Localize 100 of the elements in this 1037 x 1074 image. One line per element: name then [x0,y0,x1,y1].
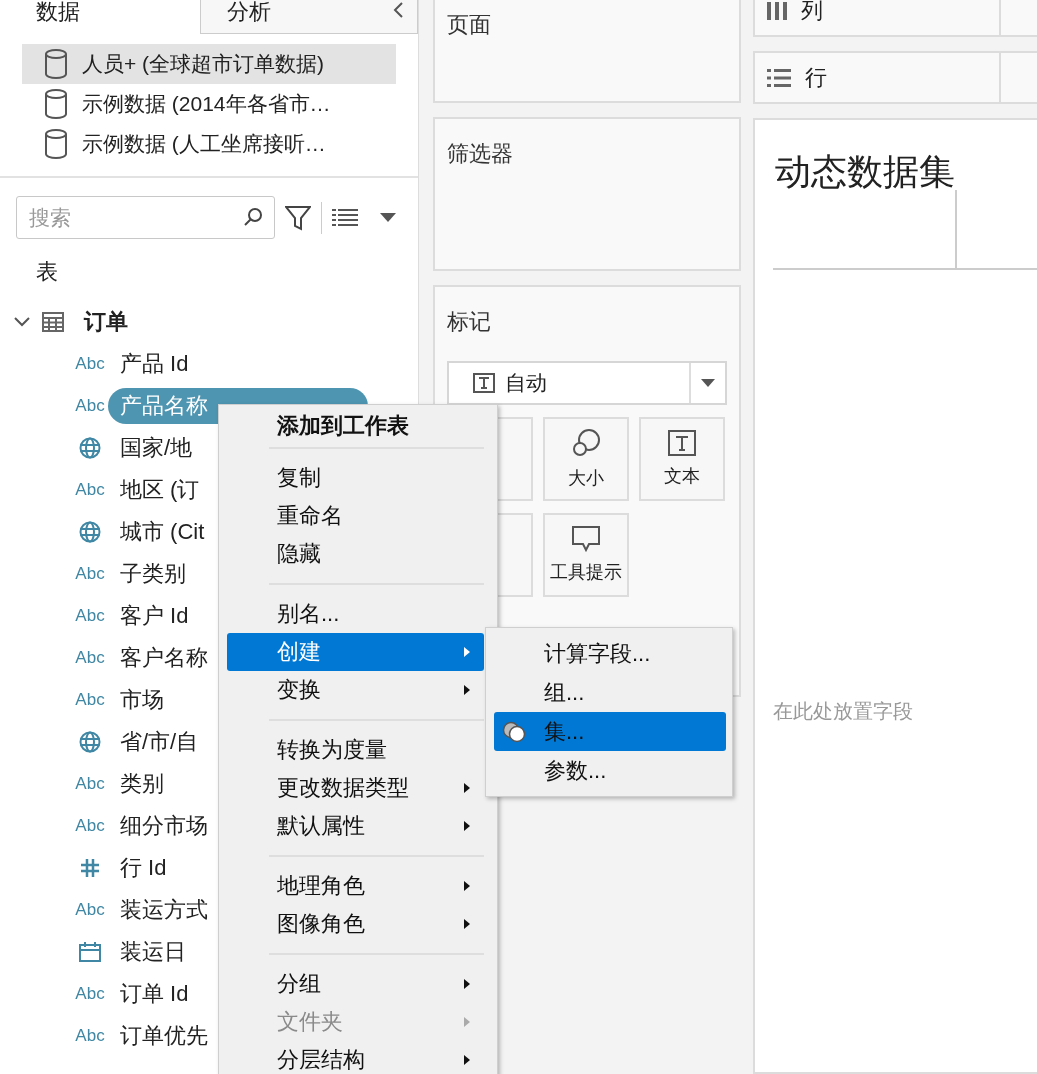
field-item[interactable]: 产品 Id [120,346,189,382]
menu-item[interactable]: 更改数据类型 [227,769,484,807]
menu-item[interactable]: 组... [494,673,726,712]
menu-item[interactable]: 参数... [494,751,726,790]
string-type-label: Abc [75,606,105,626]
menu-item[interactable]: 分组 [227,965,484,1003]
shelf-title: 页面 [447,11,492,39]
field-item[interactable]: 订单优先 [120,1018,208,1054]
data-source-item[interactable]: 示例数据 (人工坐席接听… [22,124,396,164]
submenu-arrow-icon [464,1017,470,1027]
string-type-label: Abc [75,690,105,710]
text-icon [668,430,696,456]
menu-item[interactable]: 默认属性 [227,807,484,845]
submenu-arrow-icon [464,919,470,929]
string-type-label: Abc [75,816,105,836]
string-type-label: Abc [75,984,105,1004]
venn-icon [502,720,526,743]
submenu-arrow-icon [464,783,470,793]
globe-icon [79,521,101,543]
menu-item[interactable]: 别名... [227,595,484,633]
string-type-label: Abc [75,1026,105,1046]
menu-item[interactable]: 图像角色 [227,905,484,943]
view-title: 动态数据集 [774,150,956,190]
menu-item[interactable]: 集... [494,712,726,751]
field-item[interactable]: 客户 Id [120,598,189,634]
field-item[interactable]: 细分市场 [120,808,208,844]
mark-card-button[interactable]: 文本 [639,417,725,501]
database-icon [44,129,68,159]
columns-icon [767,1,787,20]
columns-shelf[interactable]: 列 [753,0,1037,37]
submenu-arrow-icon [464,647,470,657]
field-item[interactable]: 省/市/自 [120,724,199,760]
drop-hint: 在此处放置字段 [773,699,913,724]
field-item[interactable]: 订单 Id [120,976,189,1012]
search-icon[interactable] [243,207,263,227]
field-item[interactable]: 城市 (Cit [120,514,205,550]
dropdown-caret-icon[interactable] [380,212,396,223]
menu-item[interactable]: 分层结构 [227,1041,484,1074]
menu-item[interactable]: 重命名 [227,497,484,535]
list-view-icon[interactable] [332,207,358,228]
string-type-label: Abc [75,774,105,794]
rows-icon [767,67,791,88]
rows-shelf[interactable]: 行 [753,51,1037,104]
table-icon [42,312,64,332]
string-type-label: Abc [75,564,105,584]
panel-tab[interactable]: 分析 [200,0,418,34]
submenu-arrow-icon [464,881,470,891]
field-item[interactable]: 装运方式 [120,892,208,928]
menu-item[interactable]: 隐藏 [227,535,484,573]
menu-item[interactable]: 创建 [227,633,484,671]
submenu-arrow-icon [464,1055,470,1065]
data-source-name: 示例数据 (2014年各省市… [82,91,331,117]
field-item[interactable]: 类别 [120,766,164,802]
calendar-icon [79,942,101,962]
string-type-label: Abc [75,900,105,920]
table-name[interactable]: 订单 [84,307,128,337]
database-icon [44,89,68,119]
data-source-item[interactable]: 示例数据 (2014年各省市… [22,84,396,124]
section-heading: 表 [35,258,59,286]
mark-type-dropdown[interactable]: 自动 [447,361,727,405]
field-item[interactable]: 装运日 [120,934,186,970]
circles-icon [571,428,601,458]
shelf-title: 标记 [447,308,492,336]
string-type-label: Abc [75,354,105,374]
globe-icon [79,731,101,753]
field-item[interactable]: 国家/地 [120,430,193,466]
field-item[interactable]: 子类别 [120,556,186,592]
submenu-arrow-icon [464,685,470,695]
string-type-label: Abc [75,396,105,416]
submenu-arrow-icon [464,979,470,989]
chevron-icon[interactable] [14,317,30,327]
data-source-item[interactable]: 人员+ (全球超市订单数据) [22,44,396,84]
menu-item[interactable]: 地理角色 [227,867,484,905]
shelf-label: 行 [805,63,827,92]
text-icon [473,373,495,393]
menu-item[interactable]: 计算字段... [494,634,726,673]
shelf-title: 筛选器 [447,140,514,168]
field-item[interactable]: 客户名称 [120,640,208,676]
data-source-name: 人员+ (全球超市订单数据) [82,51,325,77]
submenu-arrow-icon [464,821,470,831]
search-field[interactable]: 搜索 [16,196,275,239]
field-item[interactable]: 地区 (订 [120,472,200,508]
globe-icon [79,437,101,459]
hash-icon [80,858,100,878]
field-item[interactable]: 行 Id [120,850,167,886]
speech-bubble-icon [572,526,600,552]
menu-item[interactable]: 变换 [227,671,484,709]
menu-item[interactable]: 转换为度量 [227,731,484,769]
mark-card-button[interactable]: 大小 [543,417,629,501]
shelf-label: 列 [801,0,823,25]
dropdown-caret-icon[interactable] [701,379,715,387]
string-type-label: Abc [75,480,105,500]
collapse-icon[interactable] [392,2,404,18]
menu-item[interactable]: 添加到工作表 [227,407,484,445]
menu-item[interactable]: 复制 [227,459,484,497]
mark-card-button[interactable]: 工具提示 [543,513,629,597]
field-item[interactable]: 市场 [120,682,164,718]
filter-icon[interactable] [285,204,311,231]
database-icon [44,49,68,79]
data-source-name: 示例数据 (人工坐席接听… [82,131,326,157]
